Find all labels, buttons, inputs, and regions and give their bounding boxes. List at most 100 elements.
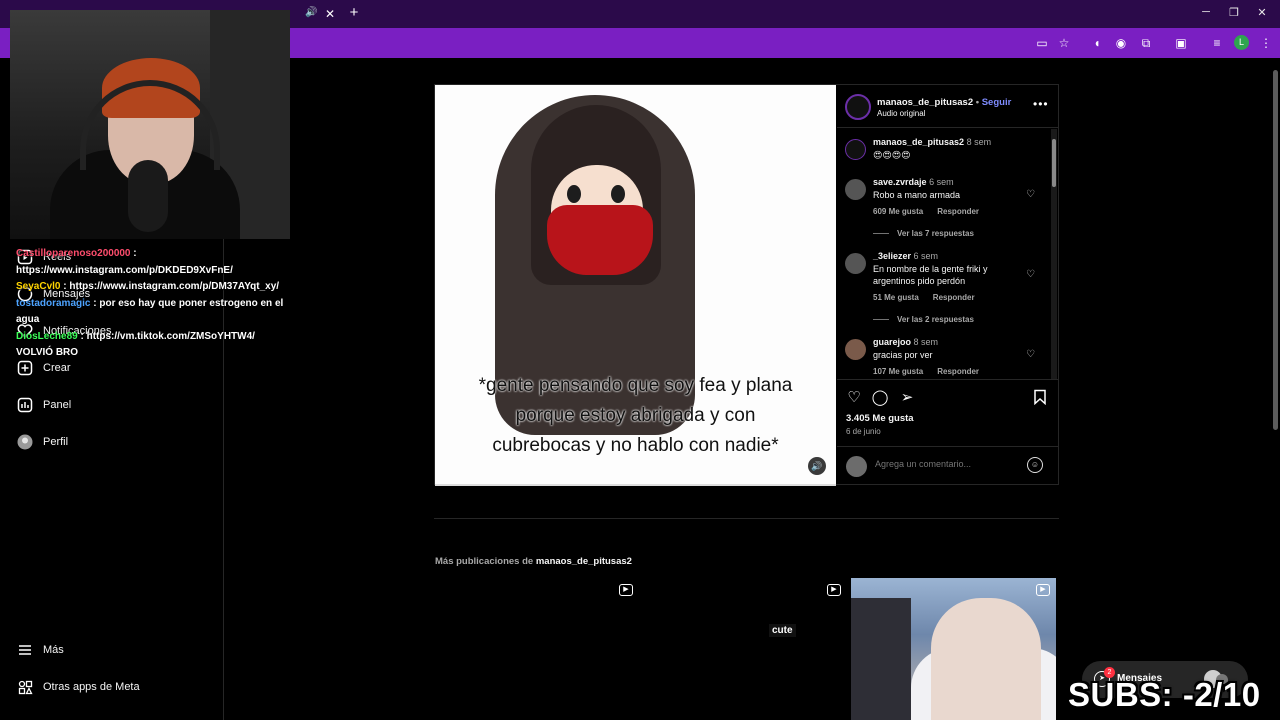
star-icon[interactable]: ☆ [1056, 35, 1072, 51]
scrollbar-thumb[interactable] [1052, 139, 1056, 187]
media-icon[interactable]: ◉ [1113, 35, 1129, 51]
new-tab-button[interactable]: + [345, 4, 363, 22]
sidebar-item-mas[interactable]: Más [16, 639, 64, 661]
reply-button[interactable]: Responder [933, 293, 975, 302]
reply-button[interactable]: Responder [937, 367, 979, 376]
close-tab-icon[interactable]: ✕ [322, 6, 338, 22]
webcam-microphone [128, 160, 168, 232]
comment-avatar[interactable] [845, 139, 866, 160]
subs-counter-overlay: SUBS: -2/10 [1068, 676, 1261, 713]
comment-meta: 107 Me gusta Responder [873, 367, 993, 376]
comment-heart-icon[interactable]: ♡ [1026, 189, 1035, 200]
profile-avatar-icon [16, 434, 33, 451]
audio-label[interactable]: Audio original [877, 109, 925, 118]
follow-button[interactable]: Seguir [982, 97, 1012, 108]
comment-heart-icon[interactable]: ♡ [1026, 269, 1035, 280]
chat-message: Castilloparenoso200000 : https://www.ins… [16, 248, 233, 276]
more-posts-prefix: Más publicaciones de [435, 556, 534, 567]
bookmark-icon[interactable] [1031, 389, 1049, 407]
comment-username[interactable]: _3eliezer 6 sem [873, 251, 938, 261]
dashboard-icon [16, 397, 33, 414]
comment-user[interactable]: _3eliezer [873, 251, 911, 261]
chat-message: SeyaCvl0 : https://www.instagram.com/p/D… [16, 281, 280, 292]
close-window-icon[interactable]: ✕ [1252, 6, 1272, 19]
view-replies-label: Ver las 7 respuestas [897, 229, 974, 238]
comment-avatar[interactable] [845, 179, 866, 200]
comment-user[interactable]: guarejoo [873, 337, 911, 347]
comment-heart-icon[interactable]: ♡ [1026, 349, 1035, 360]
comment-likes[interactable]: 107 Me gusta [873, 367, 923, 376]
tab-audio-icon[interactable]: 🔊 [305, 7, 317, 18]
comment-avatar[interactable] [845, 253, 866, 274]
comment-text: En nombre de la gente friki y argentinos… [873, 264, 988, 286]
comments-scrollbar[interactable] [1051, 129, 1057, 379]
sidebar-item-meta-apps[interactable]: Otras apps de Meta [16, 676, 140, 698]
post-actions: ♡ ◯ ➢ 3.405 Me gusta 6 de junio [837, 379, 1059, 441]
reply-button[interactable]: Responder [937, 207, 979, 216]
illustration-mask [547, 205, 653, 275]
comment-user[interactable]: save.zvrdaje [873, 177, 927, 187]
illustration-eye [567, 185, 581, 203]
thumbnail-chair [851, 598, 911, 720]
meta-apps-icon [16, 679, 33, 696]
page-scrollbar-thumb[interactable] [1273, 70, 1278, 430]
chat-text: VOLVIÓ BRO [16, 347, 79, 358]
comment-likes[interactable]: 51 Me gusta [873, 293, 919, 302]
webcam-overlay [10, 10, 290, 239]
comment-text: gracias por ver [873, 350, 933, 360]
kebab-menu-icon[interactable]: ⋮ [1258, 35, 1274, 51]
emoji-icon[interactable]: ☺ [1027, 457, 1043, 473]
stream-chat-overlay: Castilloparenoso200000 : https://www.ins… [16, 246, 291, 362]
comment-username[interactable]: save.zvrdaje 6 sem [873, 177, 954, 187]
caption-line: *gente pensando que soy fea y plana [478, 375, 793, 396]
more-posts-author[interactable]: manaos_de_pitusas2 [536, 556, 632, 567]
puzzle-icon[interactable]: ⧉ [1138, 35, 1154, 51]
post-video[interactable]: *gente pensando que soy fea y plana porq… [435, 85, 836, 486]
caption-line: cubrebocas y no hablo con nadie* [492, 435, 779, 456]
view-replies-button[interactable]: Ver las 7 respuestas [873, 229, 974, 238]
chat-message: DiosLeche89 : https://vm.tiktok.com/ZMSo… [16, 330, 255, 342]
comment-input[interactable] [875, 459, 1015, 469]
comment-likes[interactable]: 609 Me gusta [873, 207, 923, 216]
sidebar-item-label: Perfil [43, 436, 69, 448]
share-icon[interactable]: ➢ [898, 389, 916, 407]
reel-icon: ▶ [619, 584, 633, 596]
comment-username[interactable]: manaos_de_pitusas2 8 sem [873, 137, 991, 147]
playlist-icon[interactable]: ≡ [1209, 35, 1225, 51]
minimize-icon[interactable]: ─ [1196, 6, 1216, 18]
post-thumbnail[interactable]: ▶ [434, 578, 639, 720]
thumbnail-text: cute [769, 624, 796, 637]
comment-text: Robo a mano armada [873, 190, 961, 200]
cast-icon[interactable]: ▭ [1034, 35, 1050, 51]
like-heart-icon[interactable]: ♡ [845, 389, 863, 407]
more-options-icon[interactable]: ••• [1033, 97, 1049, 111]
post-thumbnail[interactable]: ▶ [851, 578, 1056, 720]
extension-icon[interactable]: ◖ [1089, 35, 1105, 51]
comment-bubble-icon[interactable]: ◯ [871, 389, 889, 407]
reading-list-icon[interactable]: ▣ [1173, 35, 1189, 51]
post-thumbnail[interactable]: ▶ cute [642, 578, 847, 720]
profile-avatar[interactable]: L [1234, 35, 1249, 50]
page-scrollbar[interactable] [1272, 58, 1280, 720]
likes-count[interactable]: 3.405 Me gusta [846, 413, 914, 424]
replies-line [873, 233, 889, 235]
chat-username: Castilloparenoso200000 [16, 248, 131, 259]
comment-avatar[interactable] [845, 339, 866, 360]
sidebar-item-panel[interactable]: Panel [16, 394, 71, 416]
comment-time: 6 sem [929, 177, 954, 187]
view-replies-label: Ver las 2 respuestas [897, 315, 974, 324]
volume-icon[interactable]: 🔊 [808, 457, 826, 475]
author-avatar[interactable] [845, 94, 871, 120]
reel-icon: ▶ [827, 584, 841, 596]
restore-icon[interactable]: ❐ [1224, 6, 1244, 19]
thumbnail-person [931, 598, 1041, 720]
author-username[interactable]: manaos_de_pitusas2 [877, 97, 973, 108]
post-modal: *gente pensando que soy fea y plana porq… [434, 84, 1059, 486]
sidebar-item-perfil[interactable]: Perfil [16, 431, 68, 453]
view-replies-button[interactable]: Ver las 2 respuestas [873, 315, 974, 324]
comment-username[interactable]: guarejoo 8 sem [873, 337, 938, 347]
comment-user[interactable]: manaos_de_pitusas2 [873, 137, 964, 147]
comment-text: 😍😍😍😍 [873, 150, 911, 160]
chat-message: tostadoramagic : por eso hay que poner e… [16, 297, 284, 326]
separator-dot: • [975, 97, 980, 108]
